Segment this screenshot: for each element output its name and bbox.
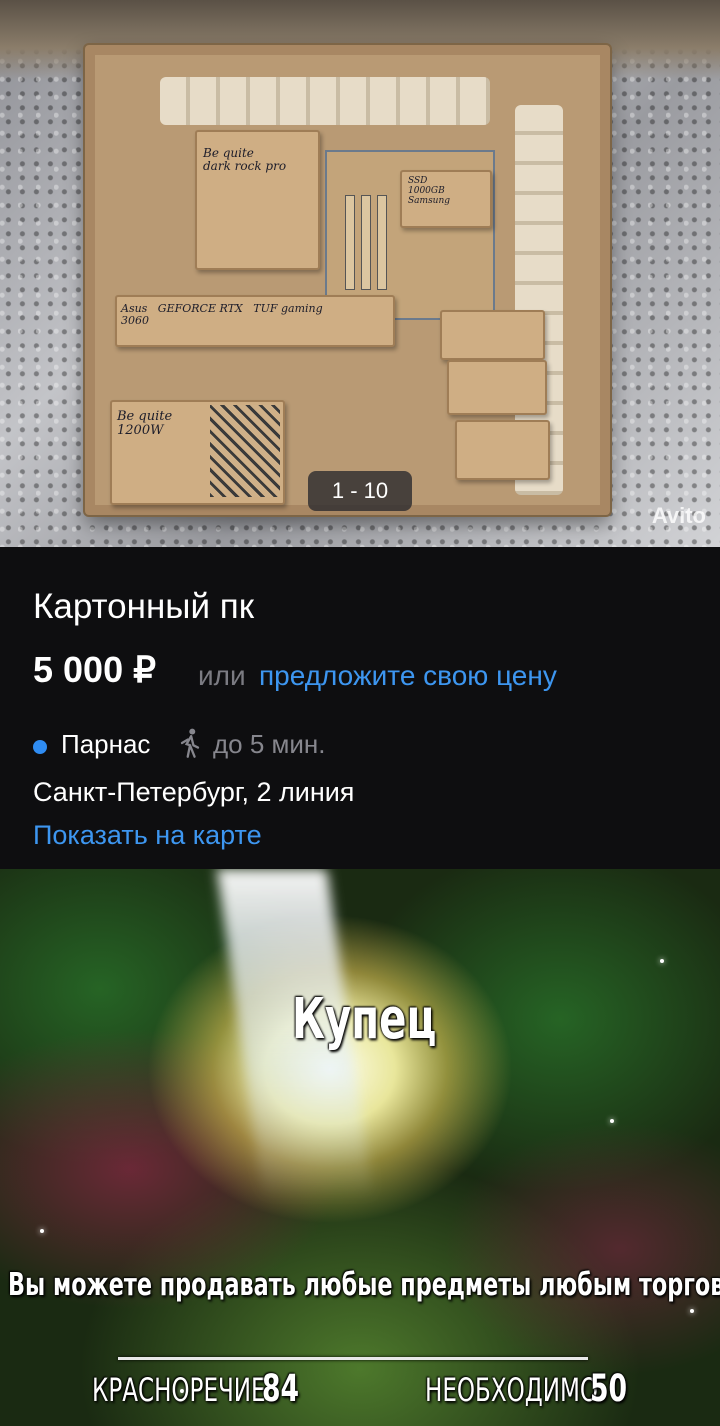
required-label: НЕОБХОДИМО: [425, 1371, 598, 1409]
listing-title: Картонный пк: [33, 587, 255, 626]
star: [690, 1309, 694, 1313]
perk-description: Вы можете продавать любые предметы любым…: [8, 1267, 720, 1303]
listing-info: Картонный пк 5 000 ₽ или предложите свою…: [0, 547, 720, 869]
ram-stick: [377, 195, 387, 290]
metro-line-icon: [33, 740, 47, 754]
drive-bay: [440, 310, 545, 360]
metro-station: Парнас: [61, 729, 151, 759]
ssd-label: SSD 1000GB Samsung: [408, 176, 451, 206]
photo-counter: 1 - 10: [308, 471, 412, 511]
avito-watermark: Avito: [651, 503, 706, 528]
walking-person-icon: [180, 728, 200, 758]
cardboard-case: Be quite dark rock pro SSD 1000GB Samsun…: [85, 45, 610, 515]
perk-name: Купец: [292, 987, 437, 1052]
offer-price-link[interactable]: предложите свою цену: [259, 660, 557, 692]
price-or-text: или: [198, 660, 246, 691]
drive-bay: [447, 360, 547, 415]
ram-stick: [361, 195, 371, 290]
listing-price: 5 000 ₽: [33, 649, 156, 690]
psu-stripes: [210, 405, 280, 497]
skill-value: 84: [262, 1367, 300, 1410]
skyrim-perk-meme: Купец Вы можете продавать любые предметы…: [0, 869, 720, 1426]
listing-photo[interactable]: Be quite dark rock pro SSD 1000GB Samsun…: [0, 0, 720, 547]
ram-stick: [345, 195, 355, 290]
egg-carton-top: [160, 77, 490, 125]
psu-label: Be quite 1200W: [117, 409, 173, 439]
perk-divider: [118, 1357, 588, 1360]
show-on-map-link[interactable]: Показать на карте: [33, 820, 262, 851]
skill-label: КРАСНОРЕЧИЕ: [92, 1371, 266, 1409]
walk-time: до 5 мин.: [213, 729, 326, 759]
star: [660, 959, 664, 963]
gpu-label: Asus GEFORCE RTX TUF gaming 3060: [121, 302, 323, 328]
star: [610, 1119, 614, 1123]
listing-address: Санкт-Петербург, 2 линия: [33, 777, 355, 807]
required-value: 50: [590, 1367, 628, 1410]
drive-bay: [455, 420, 550, 480]
star: [40, 1229, 44, 1233]
cooler-label: Be quite dark rock pro: [203, 146, 287, 174]
